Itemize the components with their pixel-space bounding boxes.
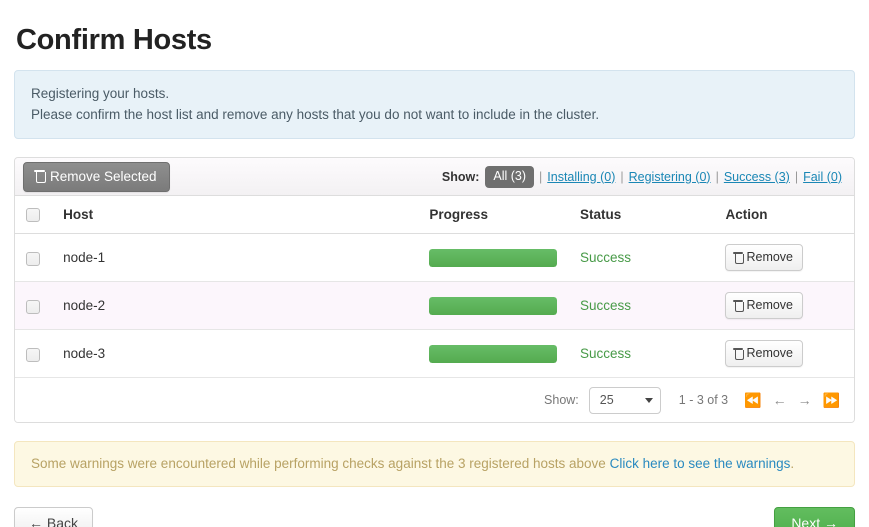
select-all-header <box>15 196 52 235</box>
row-select-cell <box>15 329 52 379</box>
remove-host-button[interactable]: Remove <box>725 244 804 272</box>
progress-bar-track <box>429 344 558 363</box>
table-toolbar: Remove Selected Show: All (3) | Installi… <box>15 158 854 196</box>
filter-separator: | <box>539 169 543 184</box>
status-text: Success <box>579 250 631 266</box>
action-cell: Remove <box>713 281 854 331</box>
filter-all[interactable]: All (3) <box>485 165 535 188</box>
filter-installing[interactable]: Installing (0) <box>547 170 615 184</box>
host-cell: node-2 <box>51 281 418 331</box>
row-checkbox[interactable] <box>26 251 40 266</box>
back-button[interactable]: ← Back <box>14 507 94 527</box>
remove-host-label: Remove <box>746 250 794 265</box>
progress-bar-fill <box>429 248 558 267</box>
info-alert: Registering your hosts. Please confirm t… <box>14 70 855 139</box>
row-select-cell <box>15 233 52 283</box>
confirm-hosts-page: Confirm Hosts Registering your hosts. Pl… <box>0 0 869 527</box>
previous-page-icon[interactable]: ← <box>773 393 787 407</box>
show-filter-label: Show: <box>441 169 480 184</box>
column-header-progress: Progress <box>417 196 568 235</box>
pager-controls: ⏪ ← → ⏩ <box>744 393 840 407</box>
first-page-icon[interactable]: ⏪ <box>744 393 761 407</box>
remove-selected-button[interactable]: Remove Selected <box>23 161 170 192</box>
view-warnings-link[interactable]: Click here to see the warnings <box>610 456 791 471</box>
row-checkbox[interactable] <box>26 347 40 362</box>
status-cell: Success <box>567 329 714 379</box>
table-row: node-1 Success Remove <box>15 233 854 283</box>
trash-icon <box>733 299 744 312</box>
progress-bar-fill <box>429 344 558 363</box>
trash-icon <box>34 170 46 183</box>
status-cell: Success <box>567 281 714 331</box>
warning-text-end: . <box>790 456 795 472</box>
hosts-table: Host Progress Status Action node-1 Succe… <box>15 196 854 379</box>
hosts-table-panel: Remove Selected Show: All (3) | Installi… <box>14 157 855 424</box>
column-header-action: Action <box>713 196 854 235</box>
column-header-host: Host <box>51 196 418 235</box>
host-name: node-2 <box>63 298 106 314</box>
filter-separator: | <box>794 169 799 184</box>
page-title: Confirm Hosts <box>16 24 212 56</box>
pagination-range: 1 - 3 of 3 <box>678 393 729 408</box>
select-all-checkbox[interactable] <box>26 208 40 223</box>
progress-cell <box>417 281 568 331</box>
row-select-cell <box>15 281 52 331</box>
row-checkbox[interactable] <box>26 299 40 314</box>
info-alert-line-1: Registering your hosts. <box>31 86 170 101</box>
trash-icon <box>733 251 744 264</box>
status-text: Success <box>579 346 631 362</box>
next-button[interactable]: Next → <box>774 507 855 527</box>
remove-selected-label: Remove Selected <box>50 168 157 184</box>
page-size-label: Show: <box>544 393 579 408</box>
host-cell: node-1 <box>51 233 418 283</box>
table-row: node-3 Success Remove <box>15 329 854 379</box>
remove-host-button[interactable]: Remove <box>725 340 804 368</box>
progress-bar-fill <box>429 296 558 315</box>
warning-text: Some warnings were encountered while per… <box>31 456 610 472</box>
action-cell: Remove <box>713 329 854 379</box>
status-text: Success <box>579 298 631 314</box>
column-header-status: Status <box>567 196 714 235</box>
trash-icon <box>733 347 744 360</box>
table-pagination: Show: 25 1 - 3 of 3 ⏪ ← → ⏩ <box>15 378 854 423</box>
last-page-icon[interactable]: ⏩ <box>823 393 840 407</box>
status-cell: Success <box>567 233 714 283</box>
table-header-row: Host Progress Status Action <box>15 196 854 235</box>
filter-separator: | <box>620 169 624 184</box>
chevron-down-icon <box>644 397 653 403</box>
page-size-select[interactable]: 25 <box>588 386 661 414</box>
remove-host-label: Remove <box>746 298 794 313</box>
remove-host-label: Remove <box>746 346 794 361</box>
host-cell: node-3 <box>51 329 418 379</box>
host-name: node-1 <box>63 250 106 266</box>
wizard-footer: ← Back Next → <box>14 507 855 527</box>
progress-cell <box>417 233 568 283</box>
status-filter-group: Show: All (3) | Installing (0) | Registe… <box>441 165 842 188</box>
progress-bar-track <box>429 248 558 267</box>
filter-registering[interactable]: Registering (0) <box>629 170 711 184</box>
progress-cell <box>417 329 568 379</box>
action-cell: Remove <box>713 233 854 283</box>
filter-fail[interactable]: Fail (0) <box>803 170 842 184</box>
filter-success[interactable]: Success (3) <box>724 170 790 184</box>
host-name: node-3 <box>63 346 106 362</box>
progress-bar-track <box>429 296 558 315</box>
page-size-value: 25 <box>599 393 614 408</box>
remove-host-button[interactable]: Remove <box>725 292 804 320</box>
warning-alert: Some warnings were encountered while per… <box>14 441 855 488</box>
info-alert-line-2: Please confirm the host list and remove … <box>31 107 600 122</box>
next-page-icon[interactable]: → <box>798 393 812 407</box>
filter-separator: | <box>715 169 719 184</box>
table-row: node-2 Success Remove <box>15 281 854 331</box>
